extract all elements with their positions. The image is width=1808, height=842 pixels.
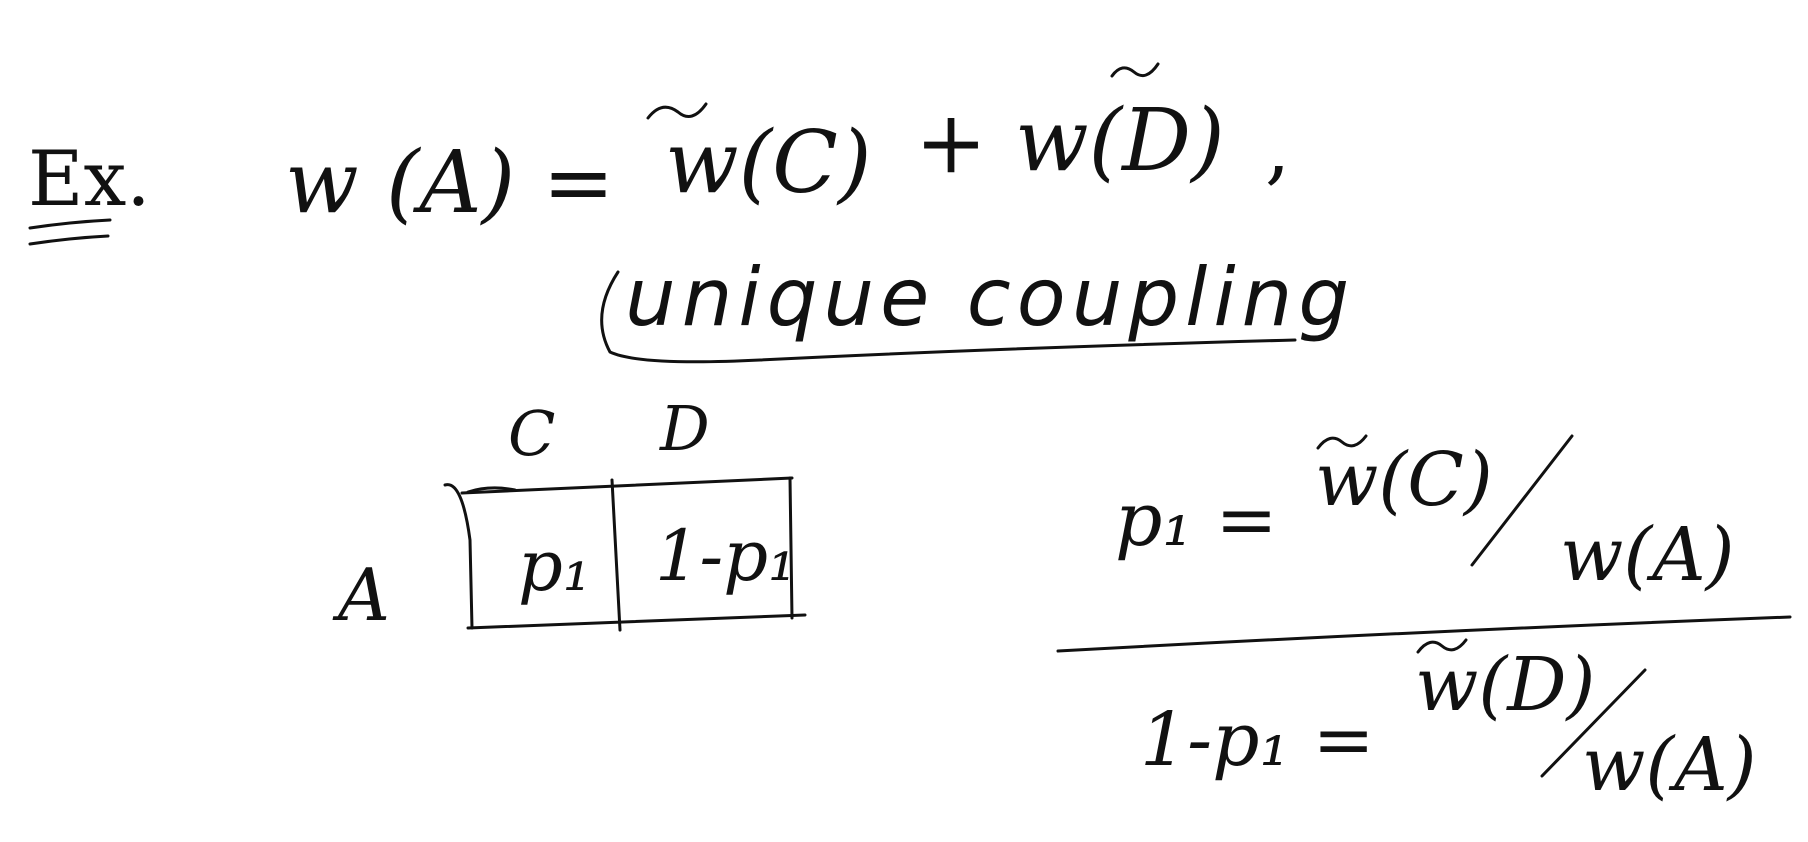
table-col-header-c: C — [508, 397, 555, 470]
top-equation-denominator: w(A) — [1560, 512, 1735, 598]
example-label: Ex. — [28, 134, 151, 223]
table-bottom-border — [466, 613, 807, 630]
handwritten-notes: Ex. w (A) = w(C) + w(D) , unique couplin… — [28, 62, 1792, 808]
example-underline-2 — [28, 234, 110, 246]
equation-term-1: w(C) — [665, 113, 872, 213]
tilde-mark-term-2 — [1110, 62, 1160, 78]
table-middle-divider — [610, 478, 622, 632]
table-col-header-d: D — [659, 392, 710, 465]
table-cell-p1: p₁ — [518, 525, 591, 607]
bottom-equation-lhs: 1-p₁ = — [1140, 697, 1375, 783]
equation-lhs: w (A) = — [285, 133, 615, 233]
equation-term-2: w(D) — [1015, 91, 1225, 191]
table-row-header-a: A — [332, 553, 390, 637]
coupling-label: unique coupling — [625, 251, 1355, 344]
bottom-equation-denominator: w(A) — [1582, 722, 1757, 808]
top-equation-numerator: w(C) — [1315, 437, 1493, 523]
equation-plus: + — [915, 93, 987, 193]
table-left-bracket — [443, 483, 474, 630]
top-equation-lhs: p₁ = — [1115, 477, 1278, 563]
table-cell-one-minus-p1: 1-p₁ — [655, 515, 796, 597]
bottom-equation-numerator: w(D) — [1415, 642, 1595, 728]
equation-comma: , — [1265, 101, 1290, 194]
whiteboard-canvas: Ex. w (A) = w(C) + w(D) , unique couplin… — [0, 0, 1808, 842]
